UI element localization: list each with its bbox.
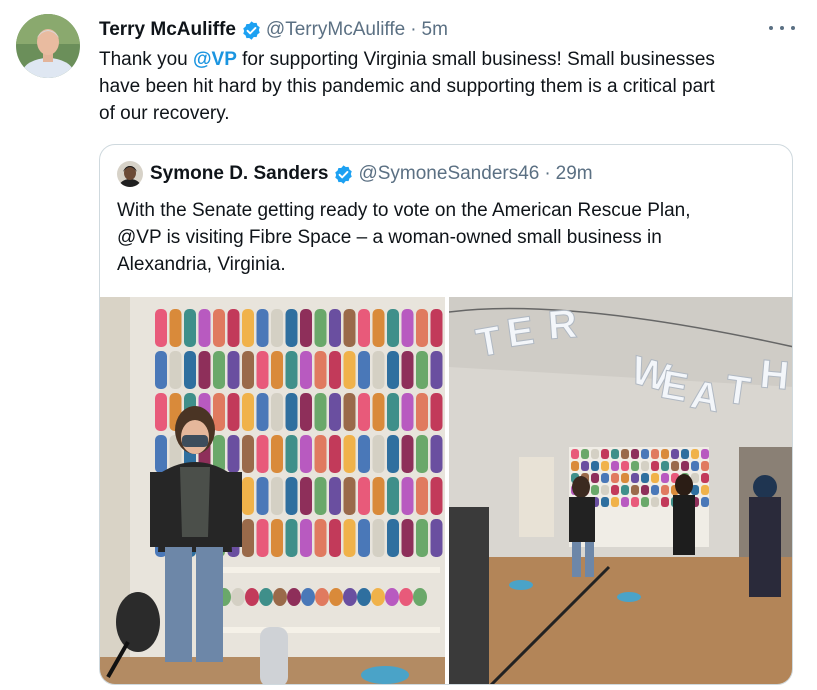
tweet-text: Thank you @VP for supporting Virginia sm… <box>99 46 799 127</box>
separator-dot: · <box>410 19 417 40</box>
author-avatar[interactable] <box>16 14 80 78</box>
tweet-header: Terry McAuliffe @TerryMcAuliffe · 5m <box>99 15 448 45</box>
quoted-author-name[interactable]: Symone D. Sanders <box>150 163 328 185</box>
quoted-tweet-timestamp[interactable]: 29m <box>556 163 593 185</box>
verified-badge-icon <box>333 164 354 185</box>
yarn-wall-photo[interactable] <box>100 297 445 684</box>
banner-letter: H <box>758 352 791 398</box>
quoted-text-line: With the Senate getting ready to vote on… <box>117 200 691 221</box>
verified-badge-icon <box>241 20 262 41</box>
quoted-author-avatar[interactable] <box>117 161 143 187</box>
author-name[interactable]: Terry McAuliffe <box>99 19 236 41</box>
tweet-text-line: have been hit hard by this pandemic and … <box>99 76 715 97</box>
banner-letter: R <box>547 302 579 348</box>
tweet-text-segment: Thank you <box>99 49 193 70</box>
tweet[interactable]: Terry McAuliffe @TerryMcAuliffe · 5m Tha… <box>0 0 817 690</box>
quoted-tweet[interactable]: Symone D. Sanders @SymoneSanders46 · 29m… <box>99 144 793 685</box>
separator-dot: · <box>544 163 551 184</box>
quoted-tweet-text: With the Senate getting ready to vote on… <box>117 197 777 278</box>
mention-link[interactable]: @VP <box>193 49 237 70</box>
tweet-text-line: of our recovery. <box>99 103 230 124</box>
more-options-icon[interactable] <box>769 18 795 38</box>
tweet-text-segment: for supporting Virginia small business! … <box>236 49 715 70</box>
author-handle[interactable]: @TerryMcAuliffe <box>266 19 405 41</box>
quoted-tweet-header: Symone D. Sanders @SymoneSanders46 · 29m <box>150 160 593 188</box>
shop-interior-photo[interactable]: TERWEATH <box>449 297 792 684</box>
tweet-timestamp[interactable]: 5m <box>422 19 448 41</box>
quoted-text-line: @VP is visiting Fibre Space – a woman-ow… <box>117 227 662 248</box>
quoted-author-handle[interactable]: @SymoneSanders46 <box>358 163 539 185</box>
quoted-text-line: Alexandria, Virginia. <box>117 254 286 275</box>
